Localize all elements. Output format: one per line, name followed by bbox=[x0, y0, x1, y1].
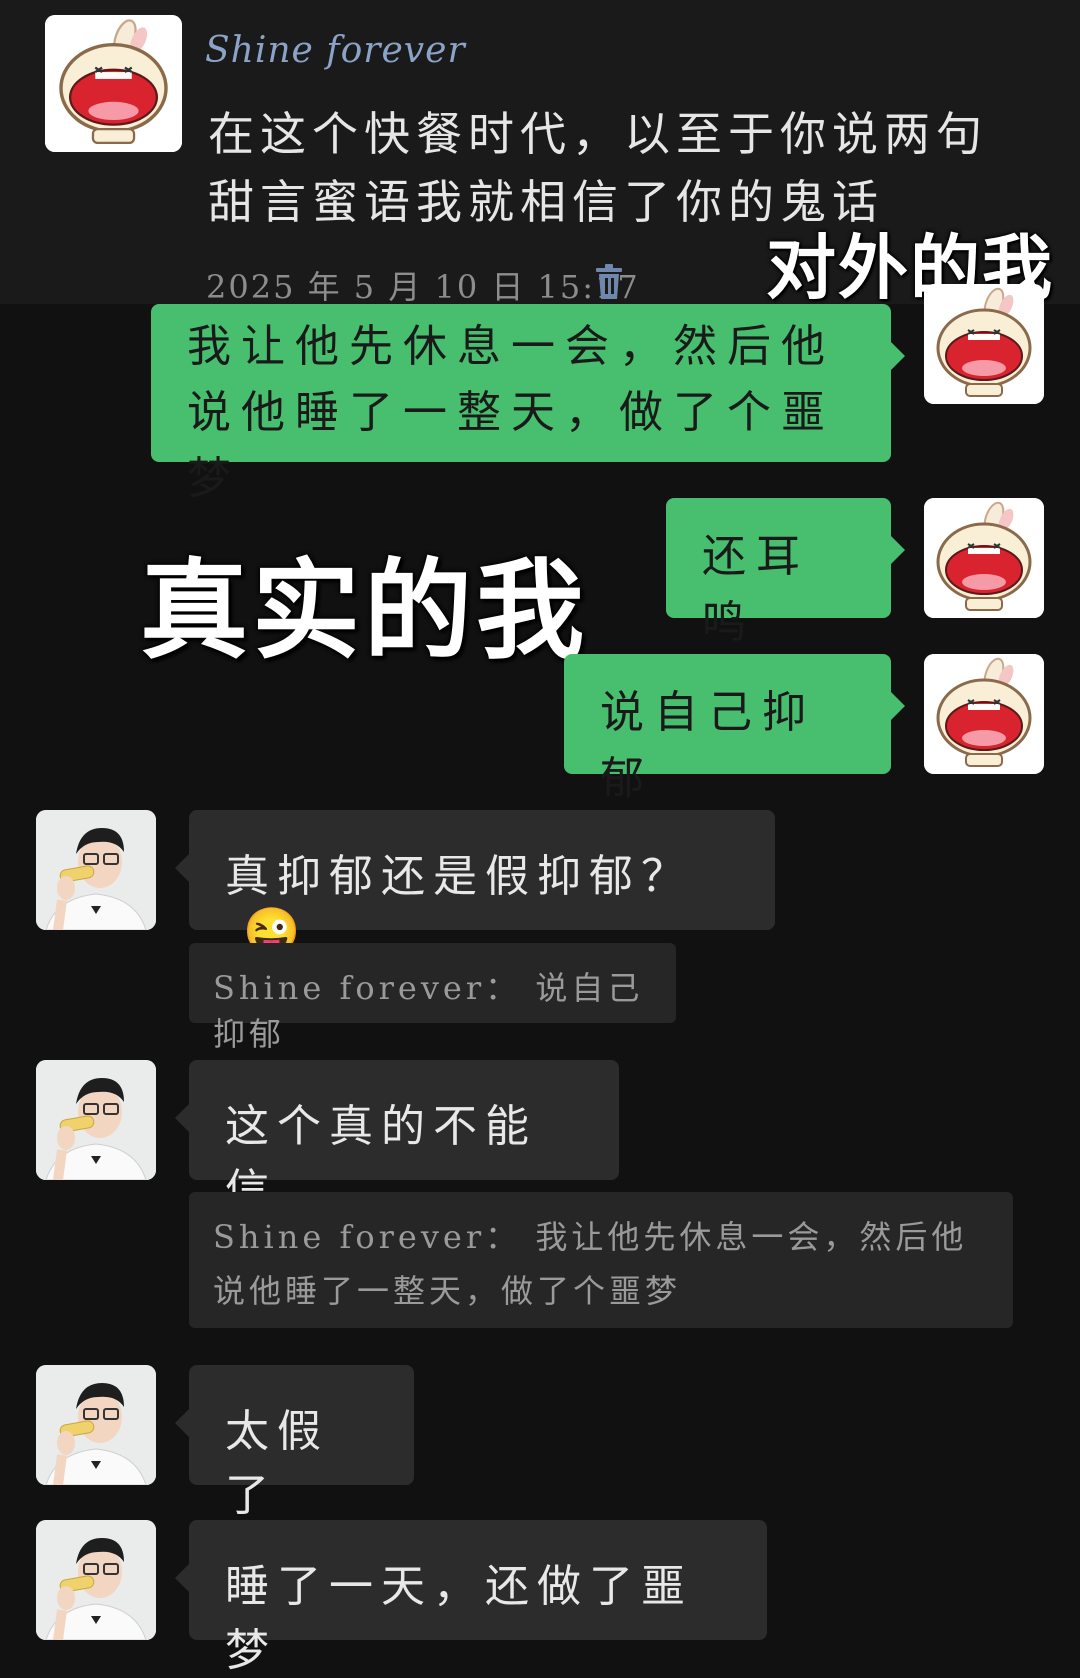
message-text: 睡了一天，还做了噩梦 bbox=[225, 1561, 693, 1676]
contact-avatar[interactable] bbox=[36, 1060, 156, 1180]
quoted-text: Shine forever： 说自己抑郁 bbox=[213, 969, 644, 1053]
post-timestamp: 2025 年 5 月 10 日 15:17 bbox=[206, 268, 640, 306]
message-text: 真抑郁还是假抑郁？ bbox=[225, 851, 693, 902]
contact-avatar[interactable] bbox=[36, 1365, 156, 1485]
self-message-bubble[interactable]: 说自己抑郁 bbox=[564, 654, 905, 804]
quoted-text: Shine forever： 我让他先休息一会，然后他说他睡了一整天，做了个噩梦 bbox=[213, 1218, 968, 1310]
trash-icon[interactable] bbox=[594, 264, 624, 300]
contact-message-bubble[interactable]: 真抑郁还是假抑郁？ 😜 bbox=[175, 810, 775, 958]
self-avatar[interactable] bbox=[924, 284, 1044, 404]
self-message-bubble[interactable]: 还耳鸣 bbox=[666, 498, 905, 648]
contact-message-bubble[interactable]: 这个真的不能信 bbox=[175, 1060, 619, 1216]
quoted-message[interactable]: Shine forever： 我让他先休息一会，然后他说他睡了一整天，做了个噩梦 bbox=[189, 1192, 1013, 1328]
message-text: 我让他先休息一会，然后他说他睡了一整天，做了个噩梦 bbox=[187, 321, 835, 504]
contact-avatar[interactable] bbox=[36, 810, 156, 930]
self-avatar[interactable] bbox=[924, 654, 1044, 774]
message-text: 还耳鸣 bbox=[702, 531, 810, 648]
self-message-bubble[interactable]: 我让他先休息一会，然后他说他睡了一整天，做了个噩梦 bbox=[151, 304, 905, 504]
contact-message-bubble[interactable]: 太假了 bbox=[175, 1365, 414, 1521]
quoted-message[interactable]: Shine forever： 说自己抑郁 bbox=[189, 943, 676, 1053]
message-text: 说自己抑郁 bbox=[600, 687, 816, 804]
post-author-avatar[interactable] bbox=[45, 15, 182, 152]
self-avatar[interactable] bbox=[924, 498, 1044, 618]
contact-message-bubble[interactable]: 睡了一天，还做了噩梦 bbox=[175, 1520, 767, 1676]
contact-avatar[interactable] bbox=[36, 1520, 156, 1640]
message-text: 太假了 bbox=[225, 1406, 329, 1521]
post-username[interactable]: Shine forever bbox=[205, 30, 466, 71]
caption-overlay-middle: 真实的我 bbox=[140, 549, 589, 674]
